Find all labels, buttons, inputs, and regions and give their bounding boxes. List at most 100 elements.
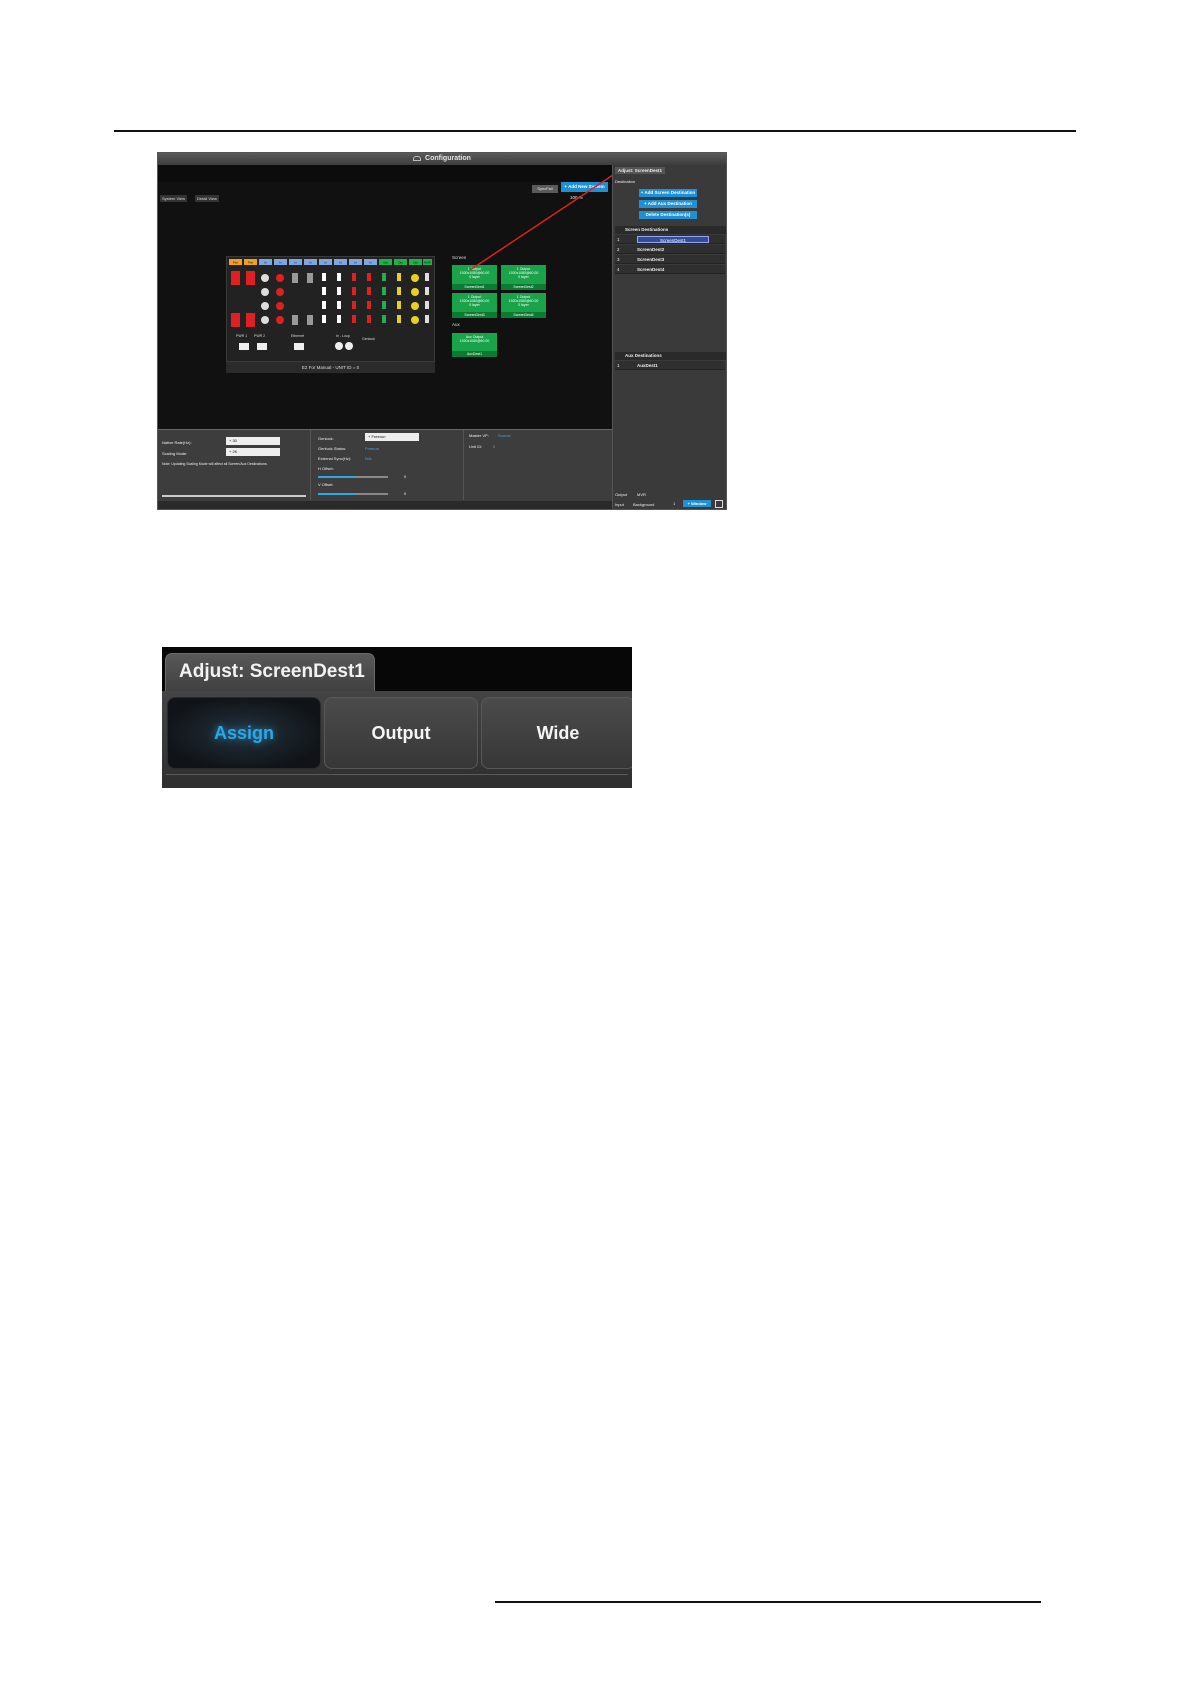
slot-label: In [309, 261, 312, 265]
dest-name: ScreenDest2 [637, 247, 665, 252]
genlock-select[interactable]: + Freerun [365, 433, 419, 441]
tab-output[interactable]: Output [615, 492, 627, 497]
tab-mvr[interactable]: MVR [637, 492, 646, 497]
delete-destinations-button[interactable]: Delete Destination(s) [639, 211, 697, 219]
aux-output-dest-name: AuxDest1 [452, 351, 497, 357]
v-offset-slider[interactable] [318, 493, 388, 495]
screen-dest-row-1[interactable]: 1 ScreenDest1 [615, 235, 725, 244]
footer-rule [495, 1601, 1041, 1603]
adjust-header-title: Adjust: ScreenDest1 [179, 661, 365, 682]
slot-label: Out [413, 261, 418, 265]
dest-name-edit[interactable]: ScreenDest1 [637, 236, 709, 243]
output-button[interactable]: Output [324, 697, 478, 769]
destination-section-label: Destination [615, 179, 636, 184]
dest-name: ScreenDest4 [637, 267, 665, 272]
configuration-screenshot: Configuration SyncFail + Add New System … [157, 152, 727, 510]
status-bar [158, 501, 612, 509]
tab-detail-view[interactable]: Detail View [195, 195, 219, 202]
h-offset-label: H Offset: [318, 466, 334, 471]
native-rate-label: Native Rate(Hz): [162, 440, 192, 445]
adjust-tabs-screenshot: Adjust: ScreenDest1 Assign Output Wide [162, 647, 632, 788]
screen-output-4[interactable]: 1 Output 1920x1080@60.00 0 layer ScreenD… [501, 293, 546, 318]
output-layers: 0 layer [518, 275, 529, 280]
add-new-system-button[interactable]: + Add New System [561, 182, 608, 192]
slot-label: In [339, 261, 342, 265]
native-rate-select[interactable]: + 30 [226, 437, 280, 445]
slot-label: In [324, 261, 327, 265]
zoom-level[interactable]: 100 % [570, 195, 583, 200]
window-title: Configuration [425, 155, 471, 162]
slot-label: MVR [424, 261, 432, 265]
chassis-footer: E2 For Manual - UNIT ID = 0 [226, 362, 435, 373]
in-loop-label: In - Loop [336, 334, 350, 338]
genlock-label: Genlock: [318, 436, 334, 441]
tab-background[interactable]: Background [633, 502, 654, 507]
scaling-mode-label: Scaling Mode: [162, 451, 188, 456]
h-offset-slider[interactable] [318, 476, 388, 478]
screen-dest-row-3[interactable]: 3 ScreenDest3 [615, 255, 725, 264]
output-dest-name: ScreenDest2 [501, 284, 546, 290]
slot-label: Out [398, 261, 403, 265]
panel-scrollbar[interactable] [162, 495, 306, 497]
genlock-status-label: Genlock Status: [318, 446, 347, 451]
screen-output-1[interactable]: 1 Output 1920x1080@60.00 0 layer ScreenD… [452, 265, 497, 290]
unit-id-label: Unit ID: [469, 444, 483, 449]
dest-number: 3 [617, 257, 620, 262]
ethernet-label: Ethernet [291, 334, 305, 338]
output-layers: 0 layer [469, 275, 480, 280]
screen-dest-row-4[interactable]: 4 ScreenDest4 [615, 265, 725, 274]
slot-label: In [279, 261, 282, 265]
fullscreen-icon[interactable] [715, 500, 723, 508]
panel-divider-2 [463, 430, 464, 500]
screen-output-3[interactable]: 1 Output 1920x1080@60.00 0 layer ScreenD… [452, 293, 497, 318]
panel-underline [166, 774, 628, 775]
h-offset-value[interactable]: 0 [404, 474, 406, 479]
add-aux-destination-button[interactable]: + Add Aux Destination [639, 200, 697, 208]
screen-output-2[interactable]: 1 Output 1920x1080@60.00 0 layer ScreenD… [501, 265, 546, 290]
wide-button[interactable]: Wide [481, 697, 632, 769]
window-button[interactable]: + Window [683, 500, 711, 507]
pwr1-label: PWR 1 [236, 334, 248, 338]
configuration-icon [413, 155, 422, 161]
dest-number: 2 [617, 247, 620, 252]
external-sync-value: N/A [365, 456, 372, 461]
sync-failed-button[interactable]: SyncFail [532, 185, 558, 193]
slot-label: Pwr [233, 261, 238, 265]
aux-destinations-header: Aux Destinations [615, 352, 726, 360]
adjust-tab[interactable]: Adjust: ScreenDest1 [615, 167, 666, 174]
panel-divider [310, 430, 311, 500]
system-view-canvas: SyncFail + Add New System System View De… [158, 165, 679, 429]
dest-number: 1 [617, 363, 620, 368]
screen-dest-row-2[interactable]: 2 ScreenDest2 [615, 245, 725, 254]
output-layers: 0 layer [518, 303, 529, 308]
assign-button[interactable]: Assign [167, 697, 321, 769]
master-vp-value: Source [498, 433, 511, 438]
aux-section-label: Aux [452, 322, 460, 327]
external-sync-label: External Sync(Hz): [318, 456, 352, 461]
slot-label: In [264, 261, 267, 265]
header-rule [114, 130, 1076, 132]
output-dest-name: ScreenDest4 [501, 312, 546, 318]
add-screen-destination-button[interactable]: + Add Screen Destination [639, 189, 697, 197]
aux-dest-row-1[interactable]: 1 AuxDest1 [615, 361, 725, 370]
dest-number: 1 [617, 237, 620, 242]
pwr2-label: PWR 2 [254, 334, 266, 338]
tab-input[interactable]: Input [615, 502, 624, 507]
scaling-note: Note: Updating Scaling Mode will affect … [162, 462, 268, 466]
settings-panel: Native Rate(Hz): + 30 Scaling Mode: + 2K… [158, 429, 612, 501]
v-offset-label: V Offset: [318, 482, 334, 487]
scaling-mode-select[interactable]: + 2K [226, 448, 280, 456]
genlock-status-value: Freerun [365, 446, 380, 451]
adjust-panel: Adjust: ScreenDest1 Destination + Add Sc… [612, 165, 726, 509]
slot-label: In [294, 261, 297, 265]
unit-id-value: 0 [493, 444, 496, 449]
aux-output-1[interactable]: Aux Output 1920x1080@60.00 AuxDest1 [452, 333, 497, 357]
chassis-rear-panel: Pwr Pwr In In In In In In In In Out Out Out MVR [229, 259, 432, 350]
v-offset-value[interactable]: 0 [404, 491, 406, 496]
tab-system-view[interactable]: System View [160, 195, 188, 202]
e2-chassis[interactable]: Pwr Pwr In In In In In In In In Out Out Out MVR [226, 256, 435, 362]
dest-name: AuxDest1 [637, 363, 658, 368]
slot-label: In [369, 261, 372, 265]
dest-name: ScreenDest3 [637, 257, 665, 262]
output-dest-name: ScreenDest1 [452, 284, 497, 290]
